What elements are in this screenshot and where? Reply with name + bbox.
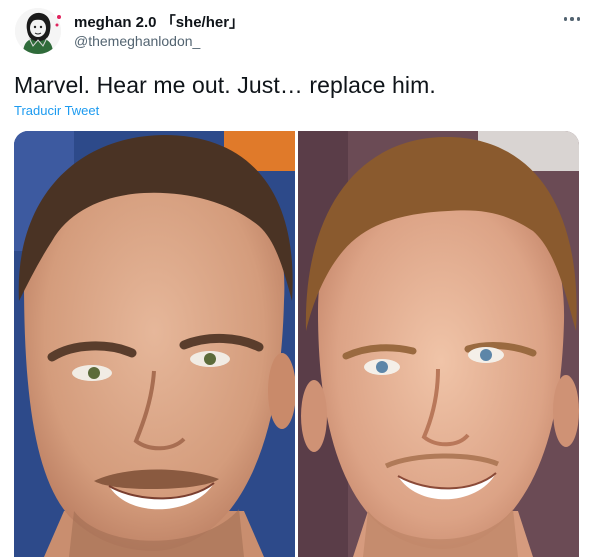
tweet-text: Marvel. Hear me out. Just… replace him. xyxy=(14,72,436,98)
tweet-card: meghan 2.0 「she/her」 @themeghanlodon_ Ma… xyxy=(0,0,605,557)
author-display-name[interactable]: meghan 2.0 「she/her」 xyxy=(74,11,244,32)
sparkle-icon xyxy=(55,15,61,27)
tweet-media[interactable] xyxy=(14,131,579,557)
photo-man-smiling-right xyxy=(298,131,579,557)
photo-right[interactable] xyxy=(298,131,579,557)
author-handle[interactable]: @themeghanlodon_ xyxy=(74,33,200,49)
photo-left[interactable] xyxy=(14,131,295,557)
more-options-button[interactable] xyxy=(559,10,585,28)
more-horizontal-icon xyxy=(563,17,568,21)
photo-man-smiling-left xyxy=(14,131,295,557)
translate-tweet-link[interactable]: Traducir Tweet xyxy=(14,103,99,118)
